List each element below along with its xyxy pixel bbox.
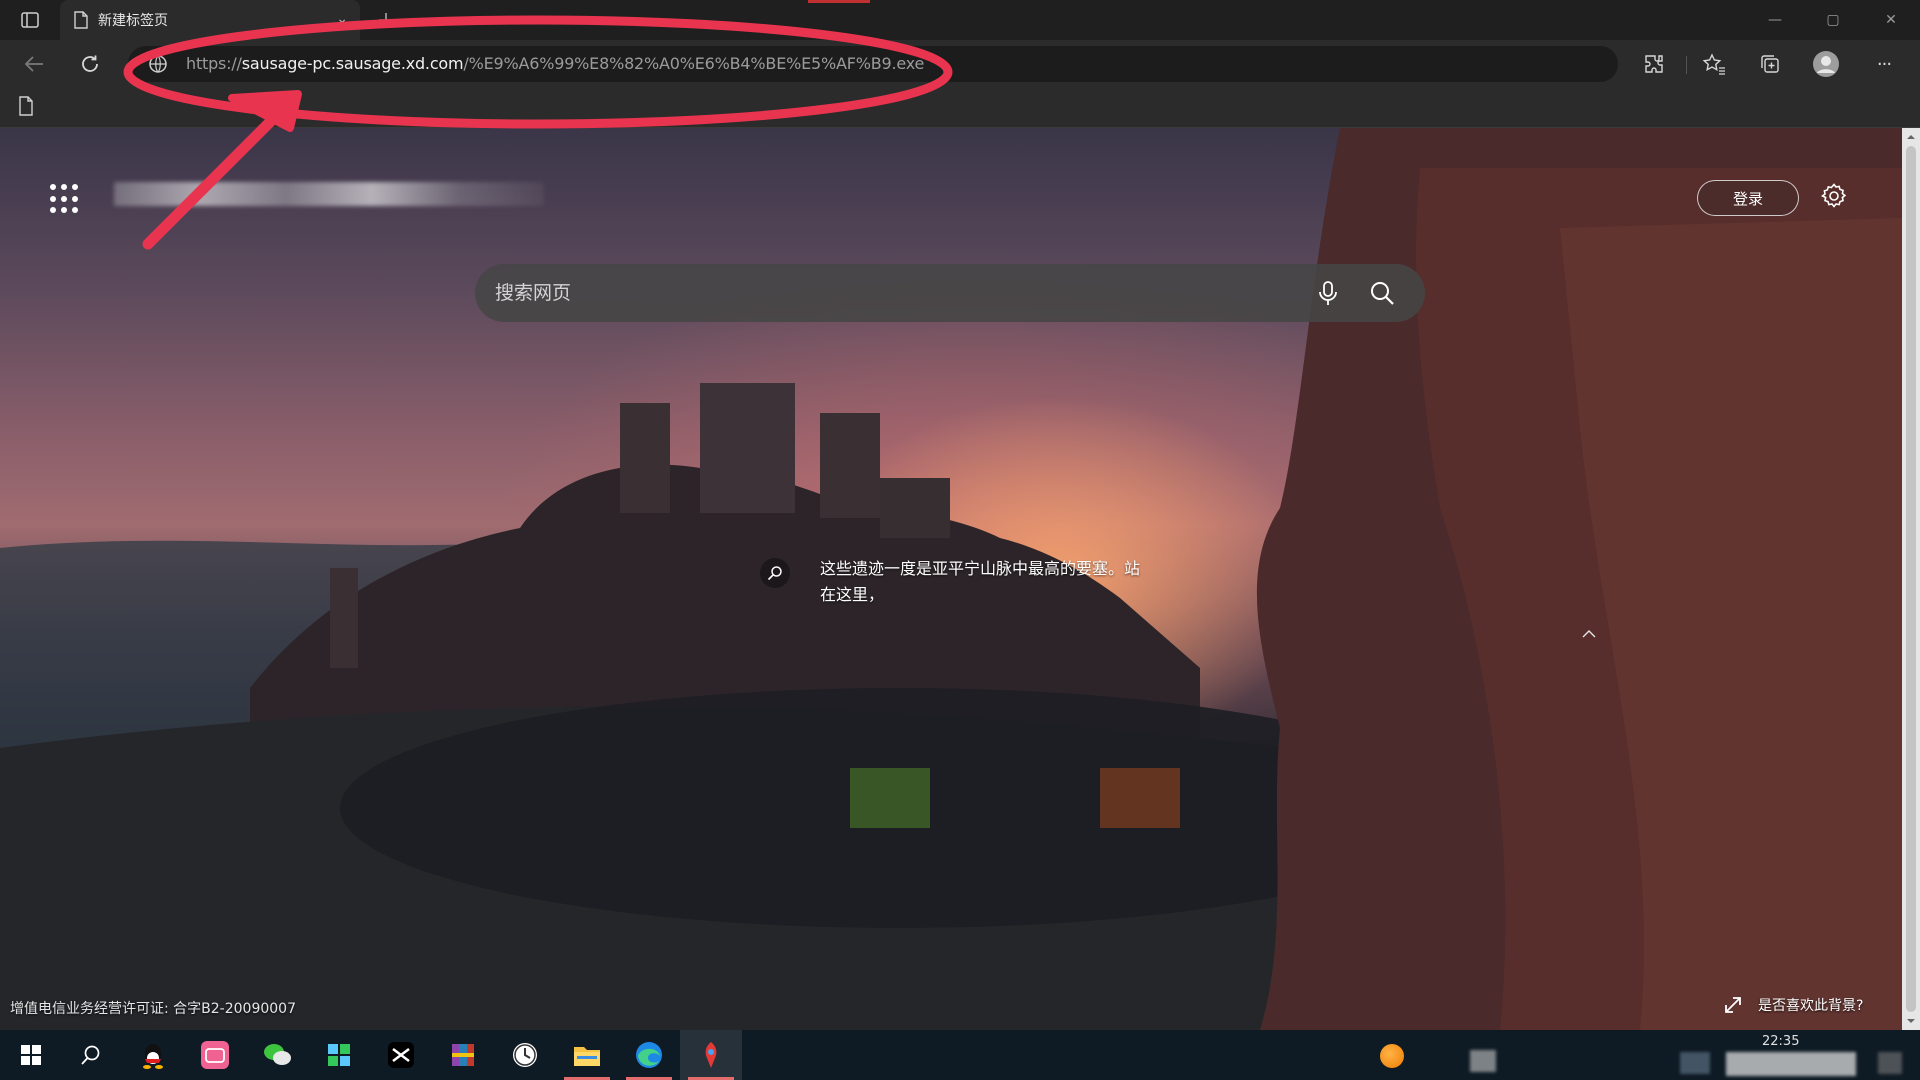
new-tab-button[interactable] xyxy=(372,6,400,34)
address-bar[interactable]: https://sausage-pc.sausage.xd.com/%E9%A6… xyxy=(128,46,1618,82)
winrar-icon xyxy=(452,1044,474,1066)
tab-close-icon[interactable]: ⌄ xyxy=(336,11,348,27)
site-info-icon[interactable] xyxy=(148,54,168,74)
search-input[interactable]: 搜索网页 xyxy=(495,264,571,322)
collections-button[interactable] xyxy=(1754,48,1786,80)
tray-blurred-icon[interactable] xyxy=(1680,1052,1710,1074)
refresh-icon xyxy=(82,55,98,72)
background-feedback[interactable]: 是否喜欢此背景? xyxy=(1722,994,1863,1016)
taskbar-edge[interactable] xyxy=(618,1030,680,1080)
tab-new-tab[interactable]: 新建标签页 ⌄ xyxy=(60,0,360,40)
chevron-up-icon xyxy=(1582,630,1596,638)
clock-app-icon xyxy=(513,1043,537,1067)
browser-toolbar: https://sausage-pc.sausage.xd.com/%E9%A6… xyxy=(0,40,1920,88)
tray-blurred-icon[interactable] xyxy=(1470,1050,1496,1072)
apps-dot xyxy=(61,207,67,214)
minimize-button[interactable]: — xyxy=(1752,0,1798,40)
apps-launcher-button[interactable] xyxy=(50,184,78,214)
search-icon[interactable] xyxy=(1367,278,1397,308)
game-app-icon xyxy=(705,1042,717,1068)
settings-button[interactable] xyxy=(1818,180,1850,212)
expand-icon[interactable] xyxy=(1722,994,1744,1016)
toolbar-divider xyxy=(1686,56,1687,74)
new-tab-page: 登录 搜索网页 这些遗迹一度是亚平宁山脉中最高的要塞。站在这里， 增值电信业务经… xyxy=(0,128,1902,1030)
apps-dot xyxy=(50,207,56,214)
maximize-button[interactable]: ▢ xyxy=(1810,0,1856,40)
apps-dot xyxy=(61,184,67,190)
taskbar-clock[interactable]: 22:35 xyxy=(1762,1034,1799,1049)
caption-text[interactable]: 这些遗迹一度是亚平宁山脉中最高的要塞。站在这里， xyxy=(820,556,1140,608)
microphone-icon[interactable] xyxy=(1313,278,1343,308)
back-button[interactable] xyxy=(18,48,50,80)
start-button[interactable] xyxy=(0,1030,62,1080)
apps-dot xyxy=(72,184,78,190)
taskbar-search-button[interactable] xyxy=(60,1030,122,1080)
url-path: /%E9%A6%99%E8%82%A0%E6%B4%BE%E5%AF%B9.ex… xyxy=(463,54,925,73)
profile-button[interactable] xyxy=(1810,48,1842,80)
tray-blurred-date[interactable] xyxy=(1726,1052,1856,1076)
gear-icon xyxy=(1821,183,1847,208)
windows-taskbar: 22:35 xyxy=(0,1030,1920,1080)
more-icon[interactable]: ··· xyxy=(1868,48,1900,80)
web-search-box[interactable]: 搜索网页 xyxy=(475,264,1425,322)
blurred-logo xyxy=(114,182,544,206)
notification-icon[interactable] xyxy=(1878,1052,1902,1074)
tiles-app-icon xyxy=(328,1044,350,1066)
page-icon xyxy=(74,11,88,29)
favorites-button[interactable] xyxy=(1698,48,1730,80)
document-icon xyxy=(19,96,33,116)
address-url[interactable]: https://sausage-pc.sausage.xd.com/%E9%A6… xyxy=(186,46,924,82)
favorites-icon xyxy=(1702,53,1725,75)
edge-icon xyxy=(636,1042,662,1068)
collections-icon xyxy=(1761,55,1779,73)
page-scrollbar[interactable] xyxy=(1902,128,1920,1030)
taskbar-bilibili[interactable] xyxy=(184,1030,246,1080)
taskbar-qq[interactable] xyxy=(122,1030,184,1080)
plus-icon xyxy=(379,13,393,27)
wechat-icon xyxy=(264,1044,291,1065)
tray-app-icon[interactable] xyxy=(1380,1044,1404,1068)
scroll-up-icon[interactable] xyxy=(1906,132,1916,142)
apps-dot xyxy=(72,195,78,202)
collapse-feed-button[interactable] xyxy=(1578,626,1600,642)
windows-start-icon xyxy=(21,1045,41,1065)
taskbar-wechat[interactable] xyxy=(246,1030,308,1080)
scrollbar-thumb[interactable] xyxy=(1906,146,1916,1012)
favorites-bar-item[interactable] xyxy=(18,96,40,120)
close-button[interactable]: ✕ xyxy=(1868,0,1914,40)
taskbar-winrar[interactable] xyxy=(432,1030,494,1080)
qq-icon xyxy=(143,1044,163,1069)
capcut-icon xyxy=(388,1042,414,1068)
refresh-button[interactable] xyxy=(74,48,106,80)
tab-title: 新建标签页 xyxy=(98,13,168,29)
favorites-bar xyxy=(0,88,1920,128)
visual-search-icon[interactable] xyxy=(760,558,790,588)
url-host: sausage-pc.sausage.xd.com xyxy=(241,54,464,73)
license-text[interactable]: 增值电信业务经营许可证: 合字B2-20090007 xyxy=(10,998,296,1018)
background-feedback-text[interactable]: 是否喜欢此背景? xyxy=(1758,995,1863,1015)
taskbar-search-icon xyxy=(81,1045,100,1065)
tab-loading-indicator xyxy=(808,0,870,3)
apps-dot xyxy=(61,195,67,202)
extensions-button[interactable] xyxy=(1638,48,1670,80)
url-protocol: https:// xyxy=(186,54,242,73)
extensions-icon xyxy=(1645,55,1663,73)
apps-dot xyxy=(50,195,56,202)
taskbar-capcut[interactable] xyxy=(370,1030,432,1080)
taskbar-file-explorer[interactable] xyxy=(556,1030,618,1080)
taskbar-tiles-app[interactable] xyxy=(308,1030,370,1080)
signin-button[interactable]: 登录 xyxy=(1697,180,1799,216)
profile-icon xyxy=(1813,51,1839,77)
apps-dot xyxy=(72,207,78,214)
taskbar-clock-app[interactable] xyxy=(494,1030,556,1080)
back-arrow-icon xyxy=(24,56,43,72)
tab-actions-icon xyxy=(21,12,39,28)
tab-actions-button[interactable] xyxy=(14,8,46,32)
taskbar-game-app[interactable] xyxy=(680,1030,742,1080)
file-explorer-icon xyxy=(574,1047,600,1066)
scroll-down-icon[interactable] xyxy=(1906,1016,1916,1026)
apps-dot xyxy=(50,184,56,190)
bilibili-icon xyxy=(201,1041,229,1069)
title-bar: 新建标签页 ⌄ — ▢ ✕ xyxy=(0,0,1920,40)
